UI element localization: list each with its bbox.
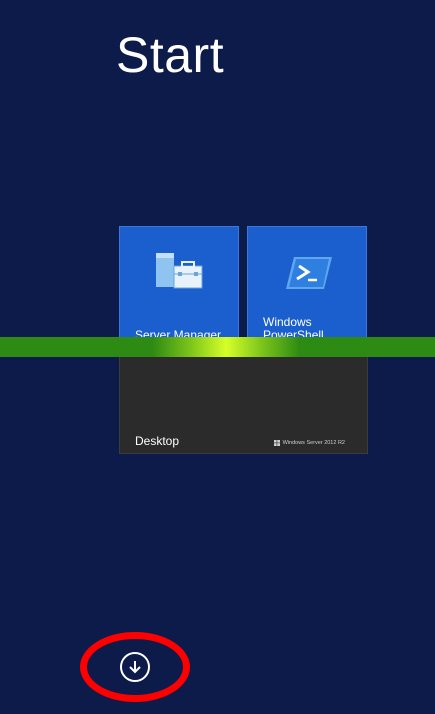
tile-label-desktop: Desktop bbox=[135, 434, 180, 448]
desktop-watermark: Windows Server 2012 R2 bbox=[273, 440, 345, 446]
watermark-text: Windows Server 2012 R2 bbox=[282, 440, 345, 446]
tile-server-manager[interactable]: Server Manager bbox=[119, 226, 239, 346]
tile-desktop[interactable]: Desktop Windows Server 2012 R2 bbox=[119, 353, 368, 454]
all-apps-button[interactable] bbox=[120, 652, 150, 682]
powershell-icon bbox=[286, 257, 332, 289]
loading-bar bbox=[0, 337, 435, 357]
start-title: Start bbox=[116, 27, 225, 83]
server-manager-icon bbox=[156, 253, 203, 289]
tile-windows-powershell[interactable]: Windows PowerShell bbox=[247, 226, 367, 346]
down-arrow-icon bbox=[129, 661, 141, 674]
windows-logo-icon bbox=[273, 440, 280, 446]
